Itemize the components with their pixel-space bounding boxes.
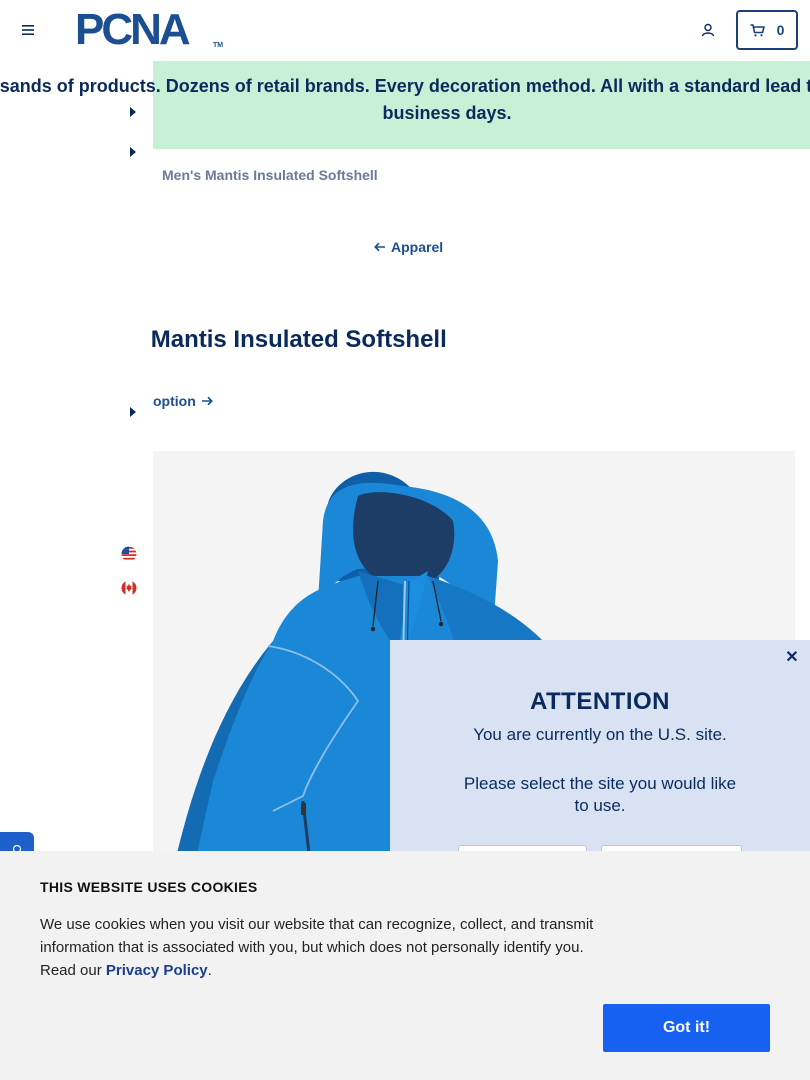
hamburger-menu-icon[interactable] xyxy=(18,20,38,40)
caret-right-icon[interactable] xyxy=(129,407,137,417)
cookie-banner: THIS WEBSITE USES COOKIES We use cookies… xyxy=(0,851,810,1080)
arrow-right-icon xyxy=(201,396,213,406)
us-flag-icon[interactable] xyxy=(121,546,137,562)
accept-cookies-button[interactable]: Got it! xyxy=(603,1004,770,1052)
cart-count: 0 xyxy=(776,22,785,38)
account-icon[interactable] xyxy=(697,19,719,41)
promo-text: Thousands of products. Dozens of retail … xyxy=(0,76,810,123)
logo-trademark: TM xyxy=(213,42,224,49)
pcna-logo[interactable]: PCNA TM xyxy=(75,8,225,52)
privacy-policy-link[interactable]: Privacy Policy xyxy=(106,962,208,979)
caret-right-icon[interactable] xyxy=(129,107,137,117)
modal-message: You are currently on the U.S. site. xyxy=(473,725,727,744)
product-title: Men's Mantis Insulated Softshell xyxy=(77,326,447,353)
back-to-apparel-link[interactable]: Apparel xyxy=(374,239,443,255)
caret-right-icon[interactable] xyxy=(129,147,137,157)
select-option-link[interactable]: option xyxy=(153,393,213,409)
site-header: PCNA TM 0 xyxy=(0,0,810,61)
back-link-label: Apparel xyxy=(391,239,444,255)
option-link-label: option xyxy=(153,393,196,409)
cookie-title: THIS WEBSITE USES COOKIES xyxy=(40,879,258,895)
promo-banner: Thousands of products. Dozens of retail … xyxy=(0,61,810,149)
breadcrumb-current: Men's Mantis Insulated Softshell xyxy=(162,167,378,183)
modal-prompt: Please select the site you would like to… xyxy=(463,774,737,815)
logo-text: PCNA xyxy=(75,5,191,54)
cookie-body: We use cookies when you visit our websit… xyxy=(40,913,600,982)
modal-title: ATTENTION xyxy=(529,688,671,715)
close-icon[interactable]: ✕ xyxy=(784,650,800,666)
canada-flag-icon[interactable] xyxy=(121,580,137,596)
cart-icon xyxy=(750,23,765,36)
cart-button[interactable]: 0 xyxy=(736,10,798,50)
arrow-left-icon xyxy=(374,242,385,252)
cookie-period: . xyxy=(207,962,212,979)
page: PCNA TM 0 Thousands of products. Dozens … xyxy=(0,0,810,1080)
